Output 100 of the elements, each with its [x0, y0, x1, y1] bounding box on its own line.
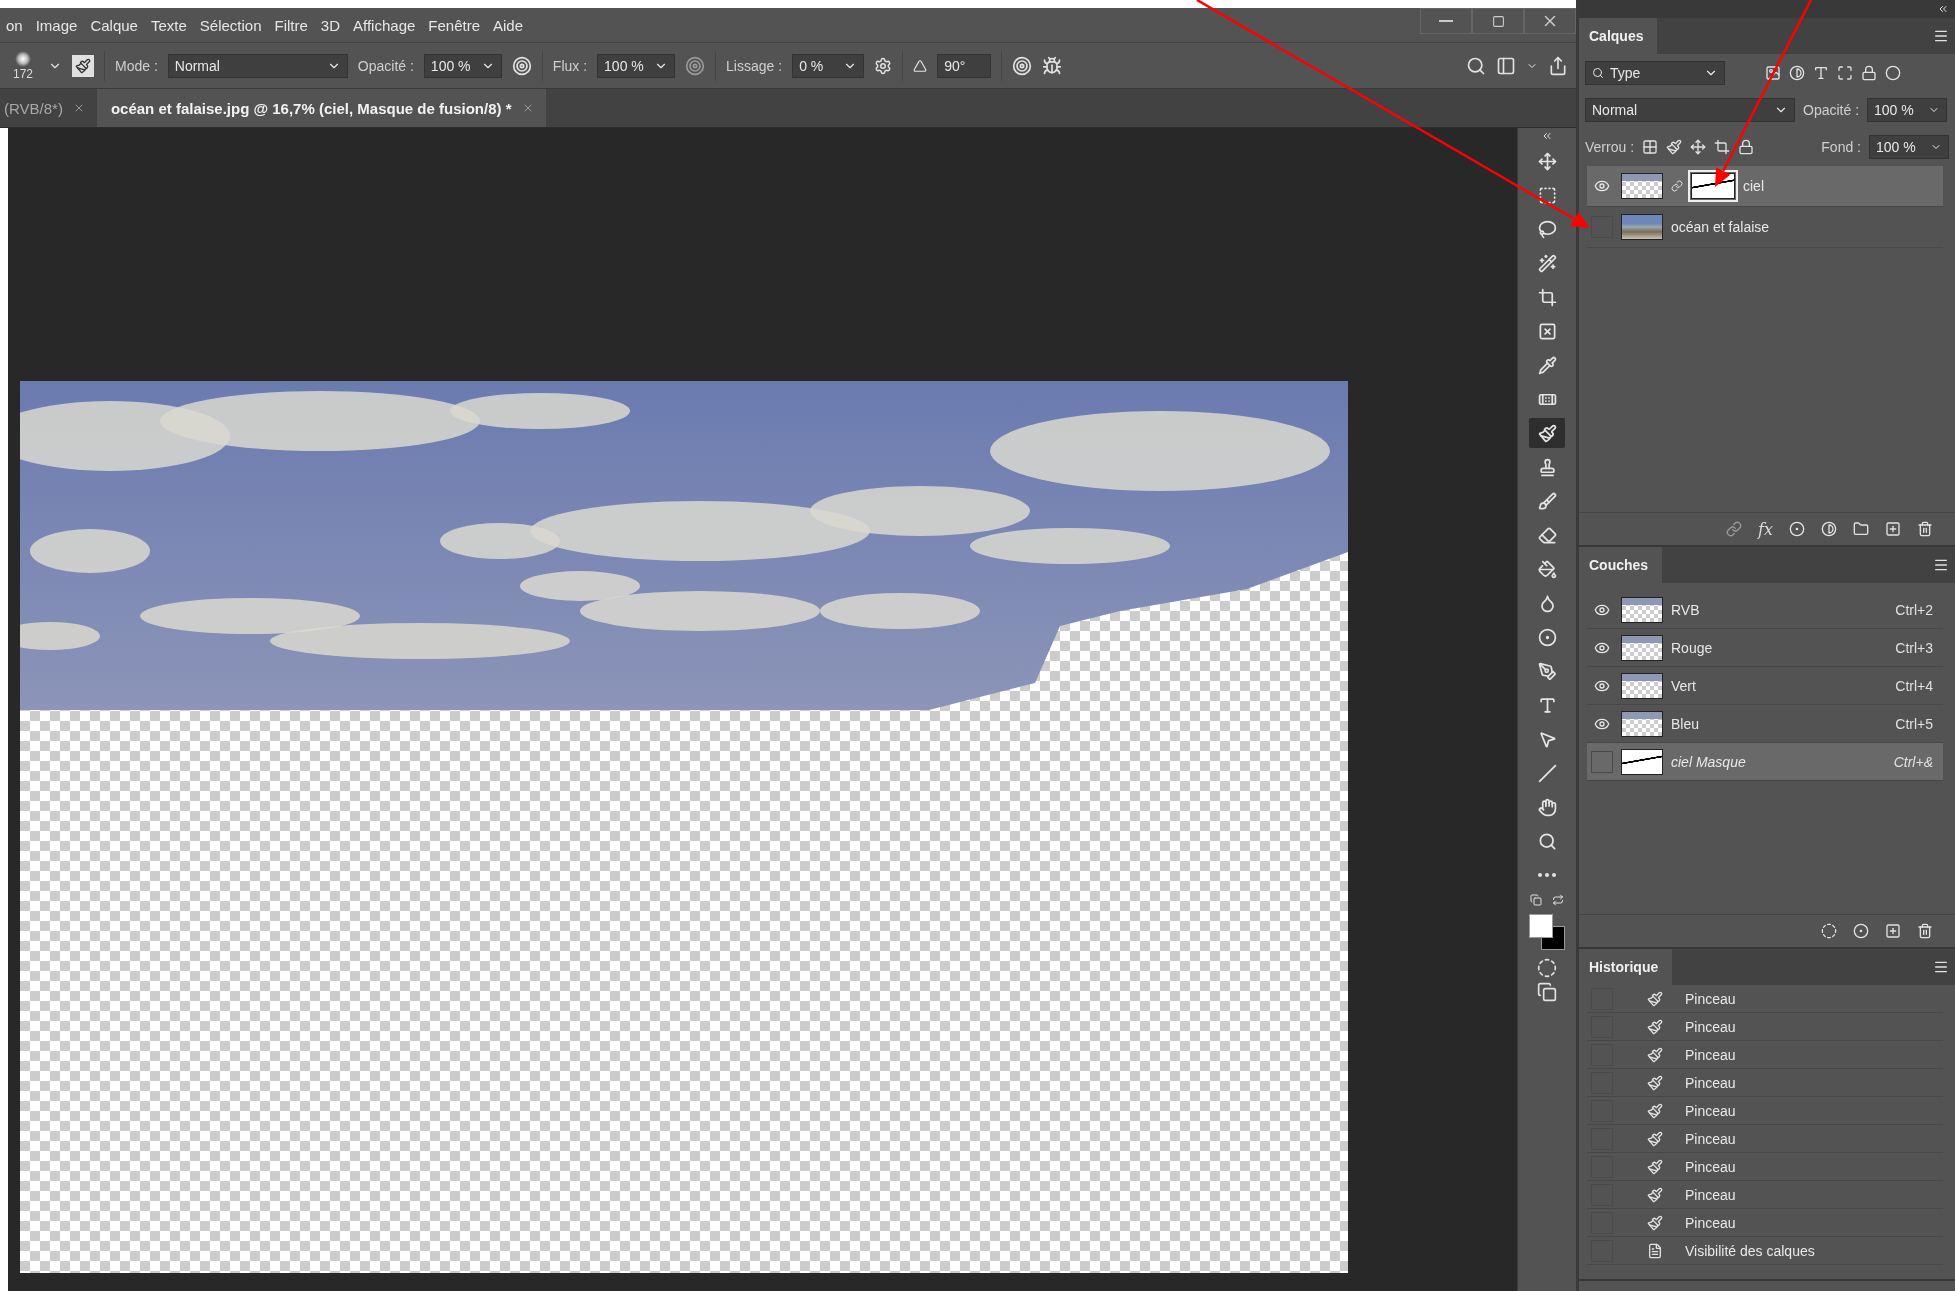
color-swatches[interactable]	[1527, 912, 1567, 952]
adjustment-filter-icon[interactable]	[1789, 65, 1805, 81]
menu-item[interactable]: on	[6, 16, 23, 34]
more-icon	[1538, 873, 1556, 877]
filter-toggle-icon[interactable]	[1885, 65, 1901, 81]
brush-settings-icon[interactable]	[72, 54, 94, 77]
link-icon[interactable]	[1726, 521, 1743, 537]
workspace-icon[interactable]	[1496, 55, 1516, 76]
angle-field[interactable]: 90°	[937, 53, 992, 78]
brush-preset-picker[interactable]: 172	[8, 50, 38, 81]
new-layer-icon[interactable]	[1885, 521, 1901, 537]
layer-row[interactable]: ciel	[1587, 166, 1943, 207]
panel-menu-icon[interactable]	[1933, 28, 1949, 44]
eyedropper-icon	[1537, 355, 1557, 375]
brush-tool[interactable]	[1529, 418, 1565, 448]
history-panel-tab[interactable]: Historique	[1579, 949, 1673, 985]
history-step[interactable]: Pinceau	[1587, 1153, 1943, 1181]
folder-icon[interactable]	[1853, 521, 1869, 537]
history-step-label: Pinceau	[1685, 1130, 1736, 1147]
pressure-opacity-icon[interactable]	[511, 55, 532, 76]
minimize-button[interactable]	[1420, 8, 1472, 34]
visibility-toggle[interactable]	[1591, 216, 1613, 238]
panel-menu-icon[interactable]	[1933, 959, 1949, 975]
document-tab[interactable]: océan et falaise.jpg @ 16,7% (ciel, Masque de fusion/8) *	[96, 89, 546, 127]
line-icon	[1537, 763, 1557, 783]
lock-all-icon[interactable]	[1738, 139, 1755, 155]
opacity-field[interactable]: 100 %	[423, 53, 502, 78]
history-step-label: Pinceau	[1685, 1074, 1736, 1091]
panel-menu-icon[interactable]	[1933, 557, 1949, 573]
lock-transparency-icon[interactable]	[1642, 139, 1659, 155]
opacity-label: Opacité :	[1803, 102, 1860, 118]
menu-item[interactable]: Sélection	[199, 16, 262, 34]
lock-position-icon[interactable]	[1690, 139, 1707, 155]
history-step[interactable]: Pinceau	[1587, 1041, 1943, 1069]
collapse-icon[interactable]	[1541, 130, 1553, 142]
pixel-filter-icon[interactable]	[1765, 65, 1781, 81]
shape-filter-icon[interactable]	[1837, 65, 1853, 81]
history-step[interactable]: Visibilité des calques	[1587, 1237, 1943, 1265]
channel-thumbnail	[1621, 596, 1663, 623]
airbrush-icon[interactable]	[685, 55, 706, 76]
default-colors-icon[interactable]	[1530, 894, 1542, 906]
quick-mask-icon[interactable]	[1537, 958, 1557, 978]
history-step[interactable]: Pinceau	[1587, 1013, 1943, 1041]
mode-dropdown[interactable]: Normal	[167, 53, 348, 78]
menu-item[interactable]: Image	[35, 16, 78, 34]
history-step-label: Pinceau	[1685, 1018, 1736, 1035]
maximize-button[interactable]	[1472, 8, 1524, 34]
filter-value: Type	[1610, 65, 1641, 81]
lock-pixels-icon[interactable]	[1666, 139, 1683, 155]
search-icon[interactable]	[1466, 55, 1486, 76]
path-select-icon	[1537, 729, 1557, 749]
eraser-icon	[1537, 525, 1557, 545]
marquee-icon	[1537, 185, 1557, 205]
collapse-icon[interactable]	[1937, 3, 1949, 15]
layer-effects-button[interactable]: fx	[1758, 519, 1773, 539]
settings-icon[interactable]	[874, 56, 893, 75]
layer-thumbnail	[1621, 173, 1663, 199]
smoothing-field[interactable]: 0 %	[792, 53, 865, 78]
document-icon	[1647, 1242, 1663, 1259]
type-filter-icon[interactable]	[1813, 65, 1829, 81]
menu-item[interactable]: Aide	[493, 16, 524, 34]
history-step[interactable]: Pinceau	[1587, 1069, 1943, 1097]
channels-panel-tab[interactable]: Couches	[1579, 547, 1663, 583]
menu-item[interactable]: Texte	[150, 16, 187, 34]
menu-item[interactable]: Filtre	[274, 16, 308, 34]
brush-icon	[1647, 1102, 1663, 1119]
fill-field[interactable]: 100 %	[1869, 135, 1949, 159]
lock-artboard-icon[interactable]	[1714, 139, 1731, 155]
brush-icon	[1647, 1074, 1663, 1091]
load-selection-icon[interactable]	[1821, 923, 1837, 939]
share-icon[interactable]	[1548, 55, 1568, 76]
pressure-size-icon[interactable]	[1012, 55, 1033, 76]
visibility-toggle[interactable]	[1591, 750, 1613, 773]
layer-filter-dropdown[interactable]: Type	[1585, 61, 1725, 85]
flow-field[interactable]: 100 %	[597, 53, 676, 78]
new-channel-icon[interactable]	[1885, 923, 1901, 939]
menu-item[interactable]: Fenêtre	[428, 16, 481, 34]
channel-thumbnail	[1621, 672, 1663, 699]
layer-name: océan et falaise	[1671, 219, 1770, 235]
screen-mode-icon[interactable]	[1537, 982, 1557, 1002]
close-button[interactable]	[1524, 8, 1576, 34]
menu-item[interactable]: 3D	[320, 16, 341, 34]
save-selection-icon[interactable]	[1853, 923, 1869, 939]
history-step[interactable]: Pinceau	[1587, 1181, 1943, 1209]
add-mask-icon[interactable]	[1789, 521, 1805, 537]
layers-panel-tab[interactable]: Calques	[1579, 18, 1658, 54]
history-step[interactable]: Pinceau	[1587, 985, 1943, 1013]
blend-mode-dropdown[interactable]: Normal	[1585, 98, 1795, 122]
trash-icon[interactable]	[1917, 923, 1933, 939]
history-step[interactable]: Pinceau	[1587, 1097, 1943, 1125]
channel-shortcut: Ctrl+5	[1895, 715, 1934, 732]
menu-item[interactable]: Calque	[90, 16, 138, 34]
channel-row[interactable]: ciel Masque Ctrl+&	[1587, 743, 1943, 781]
adjustment-layer-icon[interactable]	[1821, 521, 1837, 537]
layer-opacity-field[interactable]: 100 %	[1867, 98, 1948, 122]
menu-item[interactable]: Affichage	[353, 16, 416, 34]
history-step[interactable]: Pinceau	[1587, 1125, 1943, 1153]
trash-icon[interactable]	[1917, 521, 1933, 537]
history-step[interactable]: Pinceau	[1587, 1209, 1943, 1237]
swap-colors-icon[interactable]	[1552, 894, 1564, 906]
